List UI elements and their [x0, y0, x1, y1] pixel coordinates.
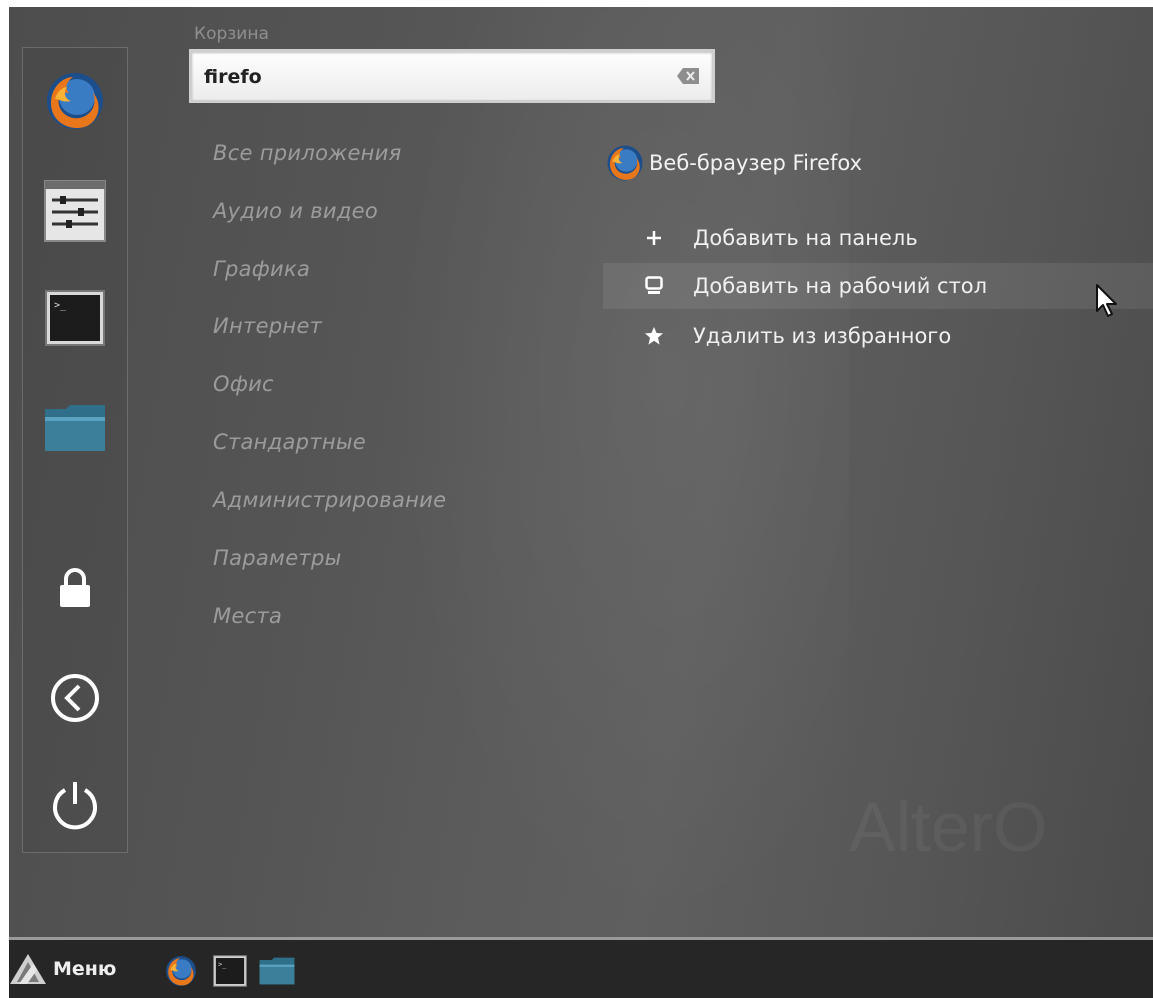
power-icon	[53, 782, 97, 830]
watermark-logo: AlterO	[849, 788, 1048, 866]
plus-icon	[643, 227, 665, 249]
search-box	[189, 49, 715, 103]
menu-label: Меню	[53, 958, 117, 980]
settings-icon	[44, 180, 106, 242]
terminal-icon: >_	[213, 955, 247, 987]
category-audio-video[interactable]: Аудио и видео	[213, 199, 378, 223]
action-remove-from-favorites[interactable]: Удалить из избранного	[603, 313, 1153, 359]
category-internet[interactable]: Интернет	[213, 314, 322, 338]
taskbar-firefox-launcher[interactable]	[163, 953, 199, 989]
desktop: Корзина AlterO >_ firefo Все приложения …	[9, 7, 1153, 998]
taskbar: Меню >_	[9, 937, 1153, 998]
action-add-to-panel[interactable]: Добавить на панель	[603, 215, 1153, 261]
sidebar-lock-button[interactable]	[23, 543, 127, 633]
action-label: Добавить на панель	[693, 226, 918, 250]
folder-icon	[259, 957, 295, 985]
taskbar-terminal-launcher[interactable]: >_	[212, 953, 248, 989]
category-graphics[interactable]: Графика	[213, 257, 310, 281]
taskbar-files-launcher[interactable]	[259, 953, 295, 989]
action-label: Добавить на рабочий стол	[693, 274, 988, 298]
category-accessories[interactable]: Стандартные	[213, 430, 366, 454]
clear-search-icon[interactable]	[676, 67, 700, 85]
terminal-icon: >_	[45, 290, 105, 346]
folder-icon	[45, 405, 105, 451]
favorites-sidebar: >_	[22, 47, 128, 853]
menu-button[interactable]: Меню	[9, 950, 116, 988]
svg-text:>_: >_	[54, 300, 67, 311]
sidebar-logout-button[interactable]	[23, 653, 127, 743]
lock-icon	[60, 568, 90, 607]
category-preferences[interactable]: Параметры	[213, 546, 341, 570]
category-places[interactable]: Места	[213, 604, 282, 628]
action-add-to-desktop[interactable]: Добавить на рабочий стол	[603, 263, 1153, 309]
firefox-icon	[607, 145, 643, 181]
svg-text:>_: >_	[218, 960, 227, 968]
sidebar-files-button[interactable]	[23, 383, 127, 473]
logout-icon	[51, 674, 99, 722]
alt-logo-icon	[10, 954, 46, 984]
search-input[interactable]	[204, 61, 644, 93]
sidebar-firefox-button[interactable]	[23, 56, 127, 146]
category-all-apps[interactable]: Все приложения	[213, 141, 402, 165]
sidebar-power-button[interactable]	[23, 760, 127, 850]
category-administration[interactable]: Администрирование	[213, 488, 446, 512]
sidebar-terminal-button[interactable]: >_	[23, 273, 127, 363]
star-icon	[643, 325, 665, 347]
firefox-icon	[47, 73, 103, 129]
sidebar-settings-button[interactable]	[23, 166, 127, 256]
mouse-cursor-icon	[1096, 284, 1117, 317]
action-label: Удалить из избранного	[693, 324, 952, 348]
result-app-firefox[interactable]: Веб-браузер Firefox	[605, 143, 862, 183]
result-app-name: Веб-браузер Firefox	[649, 151, 863, 175]
category-office[interactable]: Офис	[213, 372, 274, 396]
desktop-icon	[643, 275, 665, 297]
firefox-icon	[166, 956, 196, 986]
desktop-trash-label[interactable]: Корзина	[194, 24, 269, 44]
